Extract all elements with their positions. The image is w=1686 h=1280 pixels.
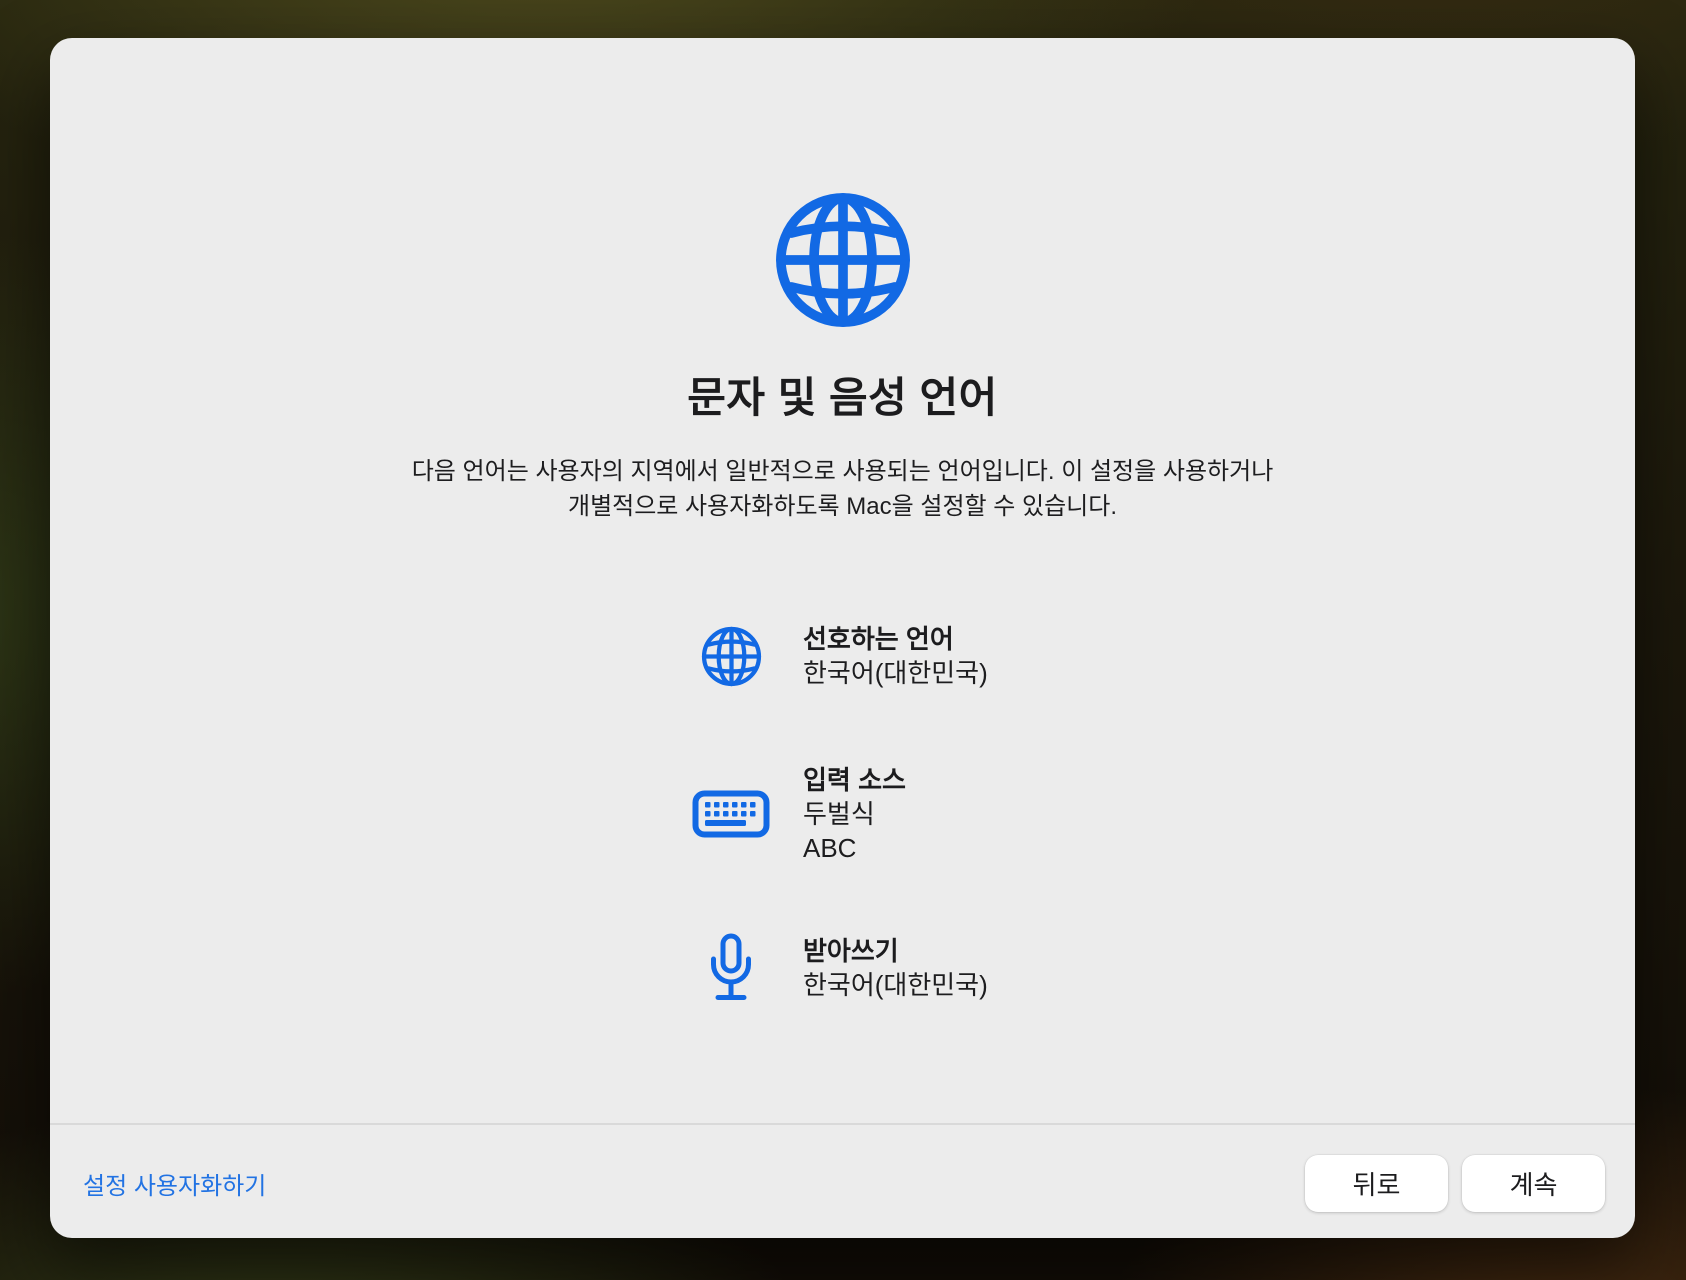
section-label: 선호하는 언어 [803, 622, 988, 656]
page-description-line1: 다음 언어는 사용자의 지역에서 일반적으로 사용되는 언어입니다. 이 설정을… [50, 454, 1635, 489]
setup-assistant-window: 문자 및 음성 언어 다음 언어는 사용자의 지역에서 일반적으로 사용되는 언… [50, 38, 1635, 1238]
section-value: 두벌식 [803, 797, 906, 831]
section-value: 한국어(대한민국) [803, 968, 988, 1002]
page-title: 문자 및 음성 언어 [50, 364, 1635, 425]
section-label: 받아쓰기 [803, 934, 988, 968]
dictation-section: 받아쓰기 한국어(대한민국) [681, 933, 988, 1003]
footer-divider [50, 1123, 1635, 1125]
keyboard-icon [681, 790, 781, 838]
page-description: 다음 언어는 사용자의 지역에서 일반적으로 사용되는 언어입니다. 이 설정을… [50, 454, 1635, 524]
button-bar: 뒤로 계속 [1305, 1155, 1605, 1212]
page-description-line2: 개별적으로 사용자화하도록 Mac을 설정할 수 있습니다. [50, 489, 1635, 524]
preferred-language-section: 선호하는 언어 한국어(대한민국) [681, 622, 988, 690]
globe-icon [774, 191, 912, 329]
section-value: 한국어(대한민국) [803, 656, 988, 690]
section-value: ABC [803, 831, 906, 865]
globe-icon [681, 626, 781, 687]
continue-button[interactable]: 계속 [1462, 1155, 1605, 1212]
section-label: 입력 소스 [803, 763, 906, 797]
microphone-icon [681, 933, 781, 1003]
input-sources-section: 입력 소스 두벌식 ABC [681, 763, 906, 865]
back-button[interactable]: 뒤로 [1305, 1155, 1448, 1212]
customize-settings-link[interactable]: 설정 사용자화하기 [83, 1166, 266, 1201]
